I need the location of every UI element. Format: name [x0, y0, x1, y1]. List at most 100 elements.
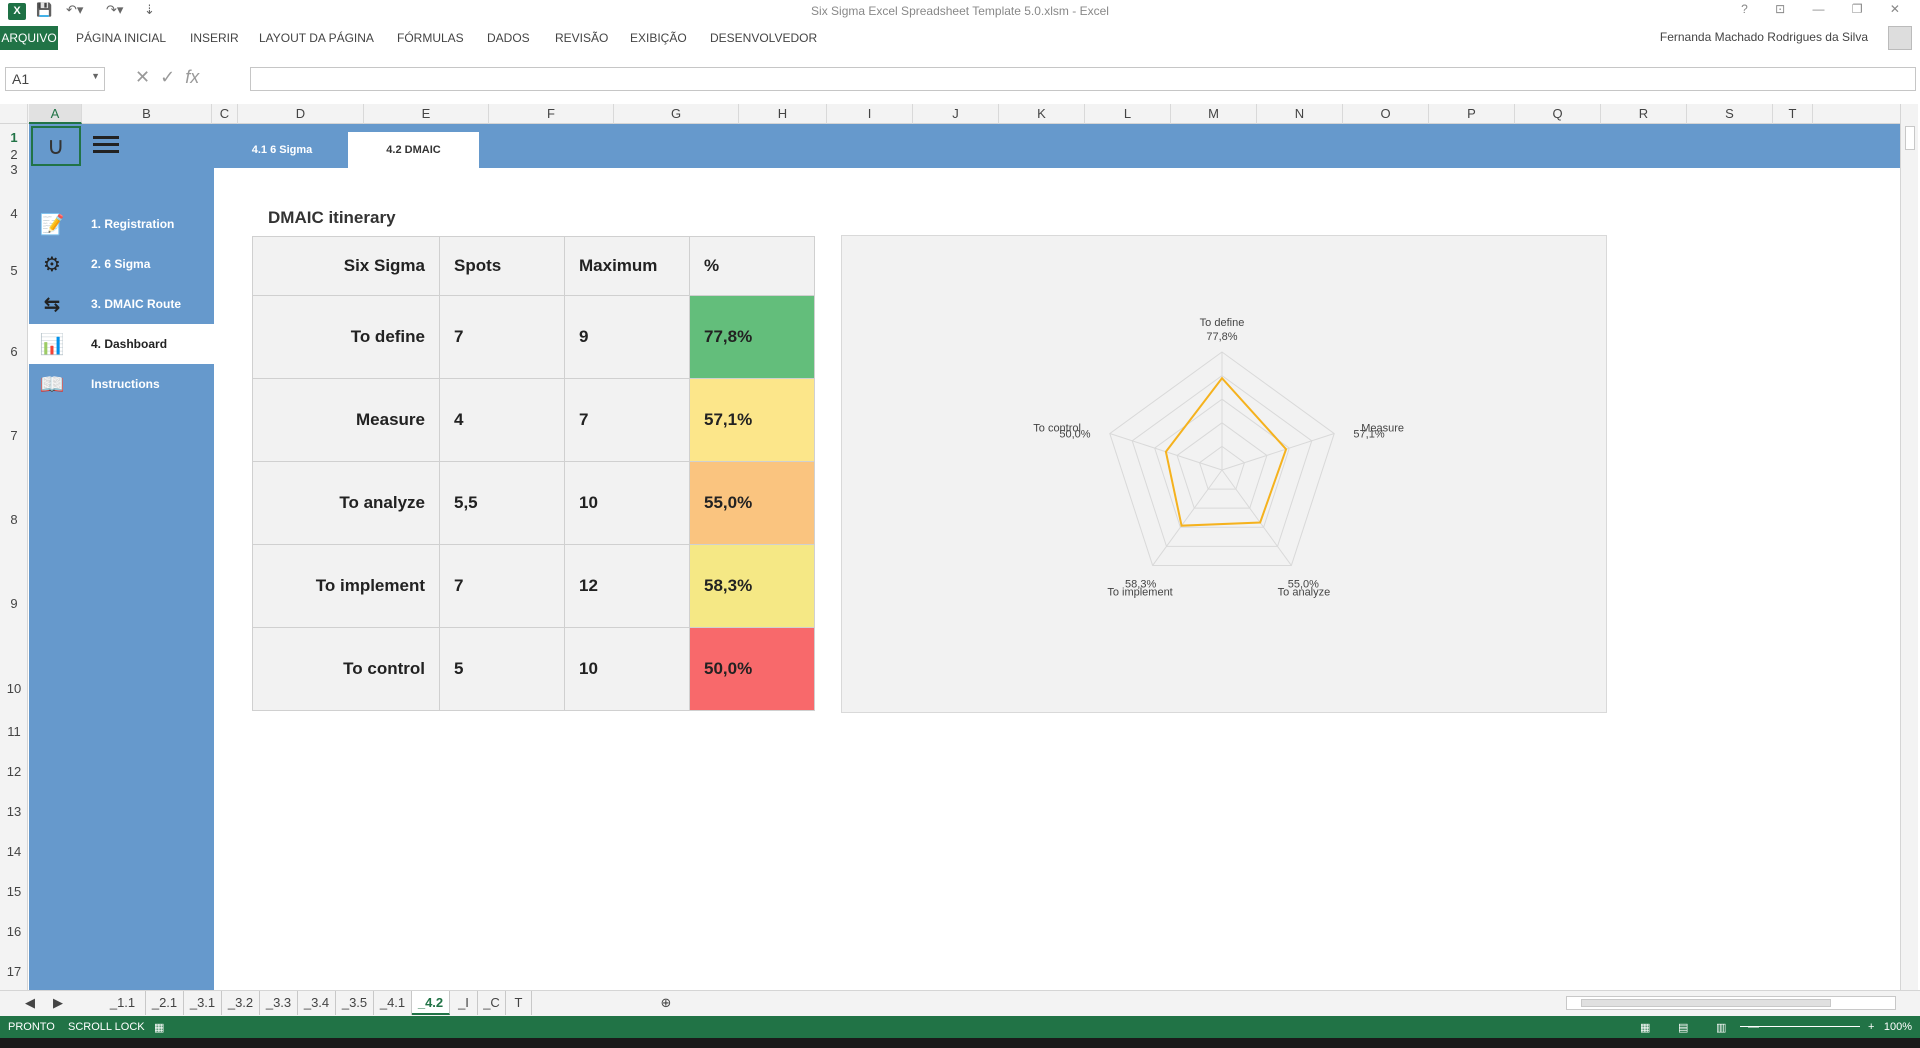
zoom-level[interactable]: 100% — [1884, 1021, 1912, 1033]
row-header-9[interactable]: 9 — [0, 596, 28, 611]
sheet-tab-31[interactable]: _3.1 — [184, 991, 222, 1015]
sheet-tab-42[interactable]: _4.2 — [412, 991, 450, 1015]
insert-function-icon[interactable]: fx — [185, 67, 199, 87]
row-header-3[interactable]: 3 — [0, 162, 28, 177]
percent-cell[interactable]: 55,0% — [689, 461, 815, 545]
maximum-cell[interactable]: 10 — [564, 461, 690, 545]
radar-chart[interactable]: To define 77,8% Measure 57,1% To analyze 55,0… — [841, 235, 1607, 713]
name-box[interactable]: A1 ▼ — [5, 67, 105, 91]
stage-cell[interactable]: Measure — [252, 378, 440, 462]
row-header-13[interactable]: 13 — [0, 804, 28, 819]
percent-cell[interactable]: 50,0% — [689, 627, 815, 711]
enter-icon[interactable]: ✓ — [160, 67, 175, 87]
row-header-14[interactable]: 14 — [0, 844, 28, 859]
column-header-b[interactable]: B — [82, 104, 212, 124]
column-header-i[interactable]: I — [827, 104, 913, 124]
percent-cell[interactable]: 58,3% — [689, 544, 815, 628]
window-controls[interactable]: ? ⊡ — ❐ ✕ — [1741, 2, 1912, 16]
row-header-4[interactable]: 4 — [0, 206, 28, 221]
tab-formulas[interactable]: FÓRMULAS — [397, 31, 464, 45]
chevron-down-icon[interactable]: ▼ — [91, 71, 100, 81]
horizontal-scrollbar[interactable] — [1566, 996, 1896, 1010]
maximum-cell[interactable]: 7 — [564, 378, 690, 462]
column-header-a[interactable]: A — [29, 104, 82, 124]
row-header-1[interactable]: 1 — [0, 130, 28, 145]
column-header-m[interactable]: M — [1171, 104, 1257, 124]
sheet-tab-c[interactable]: _C — [478, 991, 506, 1015]
normal-view-icon[interactable]: ▦ — [1640, 1021, 1650, 1034]
tab-insert[interactable]: INSERIR — [190, 31, 239, 45]
sheet-tab-i[interactable]: _I — [450, 991, 478, 1015]
avatar[interactable] — [1888, 26, 1912, 50]
row-header-8[interactable]: 8 — [0, 512, 28, 527]
sheet-tab-35[interactable]: _3.5 — [336, 991, 374, 1015]
subtab-4-1[interactable]: 4.1 6 Sigma — [214, 132, 350, 168]
row-header-12[interactable]: 12 — [0, 764, 28, 779]
zoom-out-icon[interactable]: — — [1748, 1021, 1759, 1033]
cancel-icon[interactable]: ✕ — [135, 67, 150, 87]
column-header-o[interactable]: O — [1343, 104, 1429, 124]
spots-cell[interactable]: 5 — [439, 627, 565, 711]
row-header-15[interactable]: 15 — [0, 884, 28, 899]
tab-scroll-left-icon[interactable]: ◀ — [20, 991, 40, 1015]
tab-page-layout[interactable]: LAYOUT DA PÁGINA — [259, 31, 374, 45]
maximum-cell[interactable]: 10 — [564, 627, 690, 711]
column-header-t[interactable]: T — [1773, 104, 1813, 124]
maximum-cell[interactable]: 12 — [564, 544, 690, 628]
row-header-16[interactable]: 16 — [0, 924, 28, 939]
spots-cell[interactable]: 4 — [439, 378, 565, 462]
column-header-j[interactable]: J — [913, 104, 999, 124]
select-all-corner[interactable] — [0, 104, 28, 124]
tab-scroll-right-icon[interactable]: ▶ — [48, 991, 68, 1015]
worksheet[interactable]: ∪ 📝 1. Registration ⚙ 2. 6 Sigma ⇆ 3. DMAIC R… — [29, 124, 1900, 990]
column-header-n[interactable]: N — [1257, 104, 1343, 124]
column-header-c[interactable]: C — [212, 104, 238, 124]
sheet-tab-34[interactable]: _3.4 — [298, 991, 336, 1015]
sidebar-item-1-registration[interactable]: 📝 1. Registration — [29, 204, 214, 244]
logo-icon[interactable]: ∪ — [31, 126, 81, 166]
percent-cell[interactable]: 77,8% — [689, 295, 815, 379]
subtab-4-2[interactable]: 4.2 DMAIC — [348, 132, 479, 168]
row-header-17[interactable]: 17 — [0, 964, 28, 979]
stage-cell[interactable]: To analyze — [252, 461, 440, 545]
column-header-f[interactable]: F — [489, 104, 614, 124]
row-header-2[interactable]: 2 — [0, 147, 28, 162]
sheet-tab-t[interactable]: T — [506, 991, 532, 1015]
spots-cell[interactable]: 7 — [439, 544, 565, 628]
spots-cell[interactable]: 5,5 — [439, 461, 565, 545]
tab-review[interactable]: REVISÃO — [555, 31, 608, 45]
tab-file[interactable]: ARQUIVO — [0, 26, 58, 50]
row-header-6[interactable]: 6 — [0, 344, 28, 359]
tab-developer[interactable]: DESENVOLVEDOR — [710, 31, 817, 45]
row-header-5[interactable]: 5 — [0, 263, 28, 278]
menu-icon[interactable] — [93, 136, 119, 157]
column-header-d[interactable]: D — [238, 104, 364, 124]
tab-data[interactable]: DADOS — [487, 31, 530, 45]
sheet-tab-32[interactable]: _3.2 — [222, 991, 260, 1015]
column-header-s[interactable]: S — [1687, 104, 1773, 124]
sidebar-item-2-6-sigma[interactable]: ⚙ 2. 6 Sigma — [29, 244, 214, 284]
page-break-view-icon[interactable]: ▥ — [1716, 1021, 1726, 1034]
row-header-10[interactable]: 10 — [0, 681, 28, 696]
zoom-in-icon[interactable]: + — [1868, 1021, 1874, 1033]
stage-cell[interactable]: To define — [252, 295, 440, 379]
macro-record-icon[interactable]: ▦ — [154, 1021, 164, 1034]
spots-cell[interactable]: 7 — [439, 295, 565, 379]
sidebar-item-instructions[interactable]: 📖 Instructions — [29, 364, 214, 404]
stage-cell[interactable]: To implement — [252, 544, 440, 628]
row-header-7[interactable]: 7 — [0, 428, 28, 443]
column-header-p[interactable]: P — [1429, 104, 1515, 124]
column-header-k[interactable]: K — [999, 104, 1085, 124]
sheet-tab-21[interactable]: _2.1 — [146, 991, 184, 1015]
row-header-11[interactable]: 11 — [0, 724, 28, 739]
stage-cell[interactable]: To control — [252, 627, 440, 711]
vertical-scrollbar[interactable] — [1900, 104, 1918, 990]
sidebar-item-4-dashboard[interactable]: 📊 4. Dashboard — [29, 324, 214, 364]
tab-view[interactable]: EXIBIÇÃO — [630, 31, 687, 45]
zoom-slider[interactable] — [1740, 1026, 1860, 1027]
column-header-g[interactable]: G — [614, 104, 739, 124]
page-layout-view-icon[interactable]: ▤ — [1678, 1021, 1688, 1034]
sheet-tab-41[interactable]: _4.1 — [374, 991, 412, 1015]
column-header-r[interactable]: R — [1601, 104, 1687, 124]
column-header-l[interactable]: L — [1085, 104, 1171, 124]
